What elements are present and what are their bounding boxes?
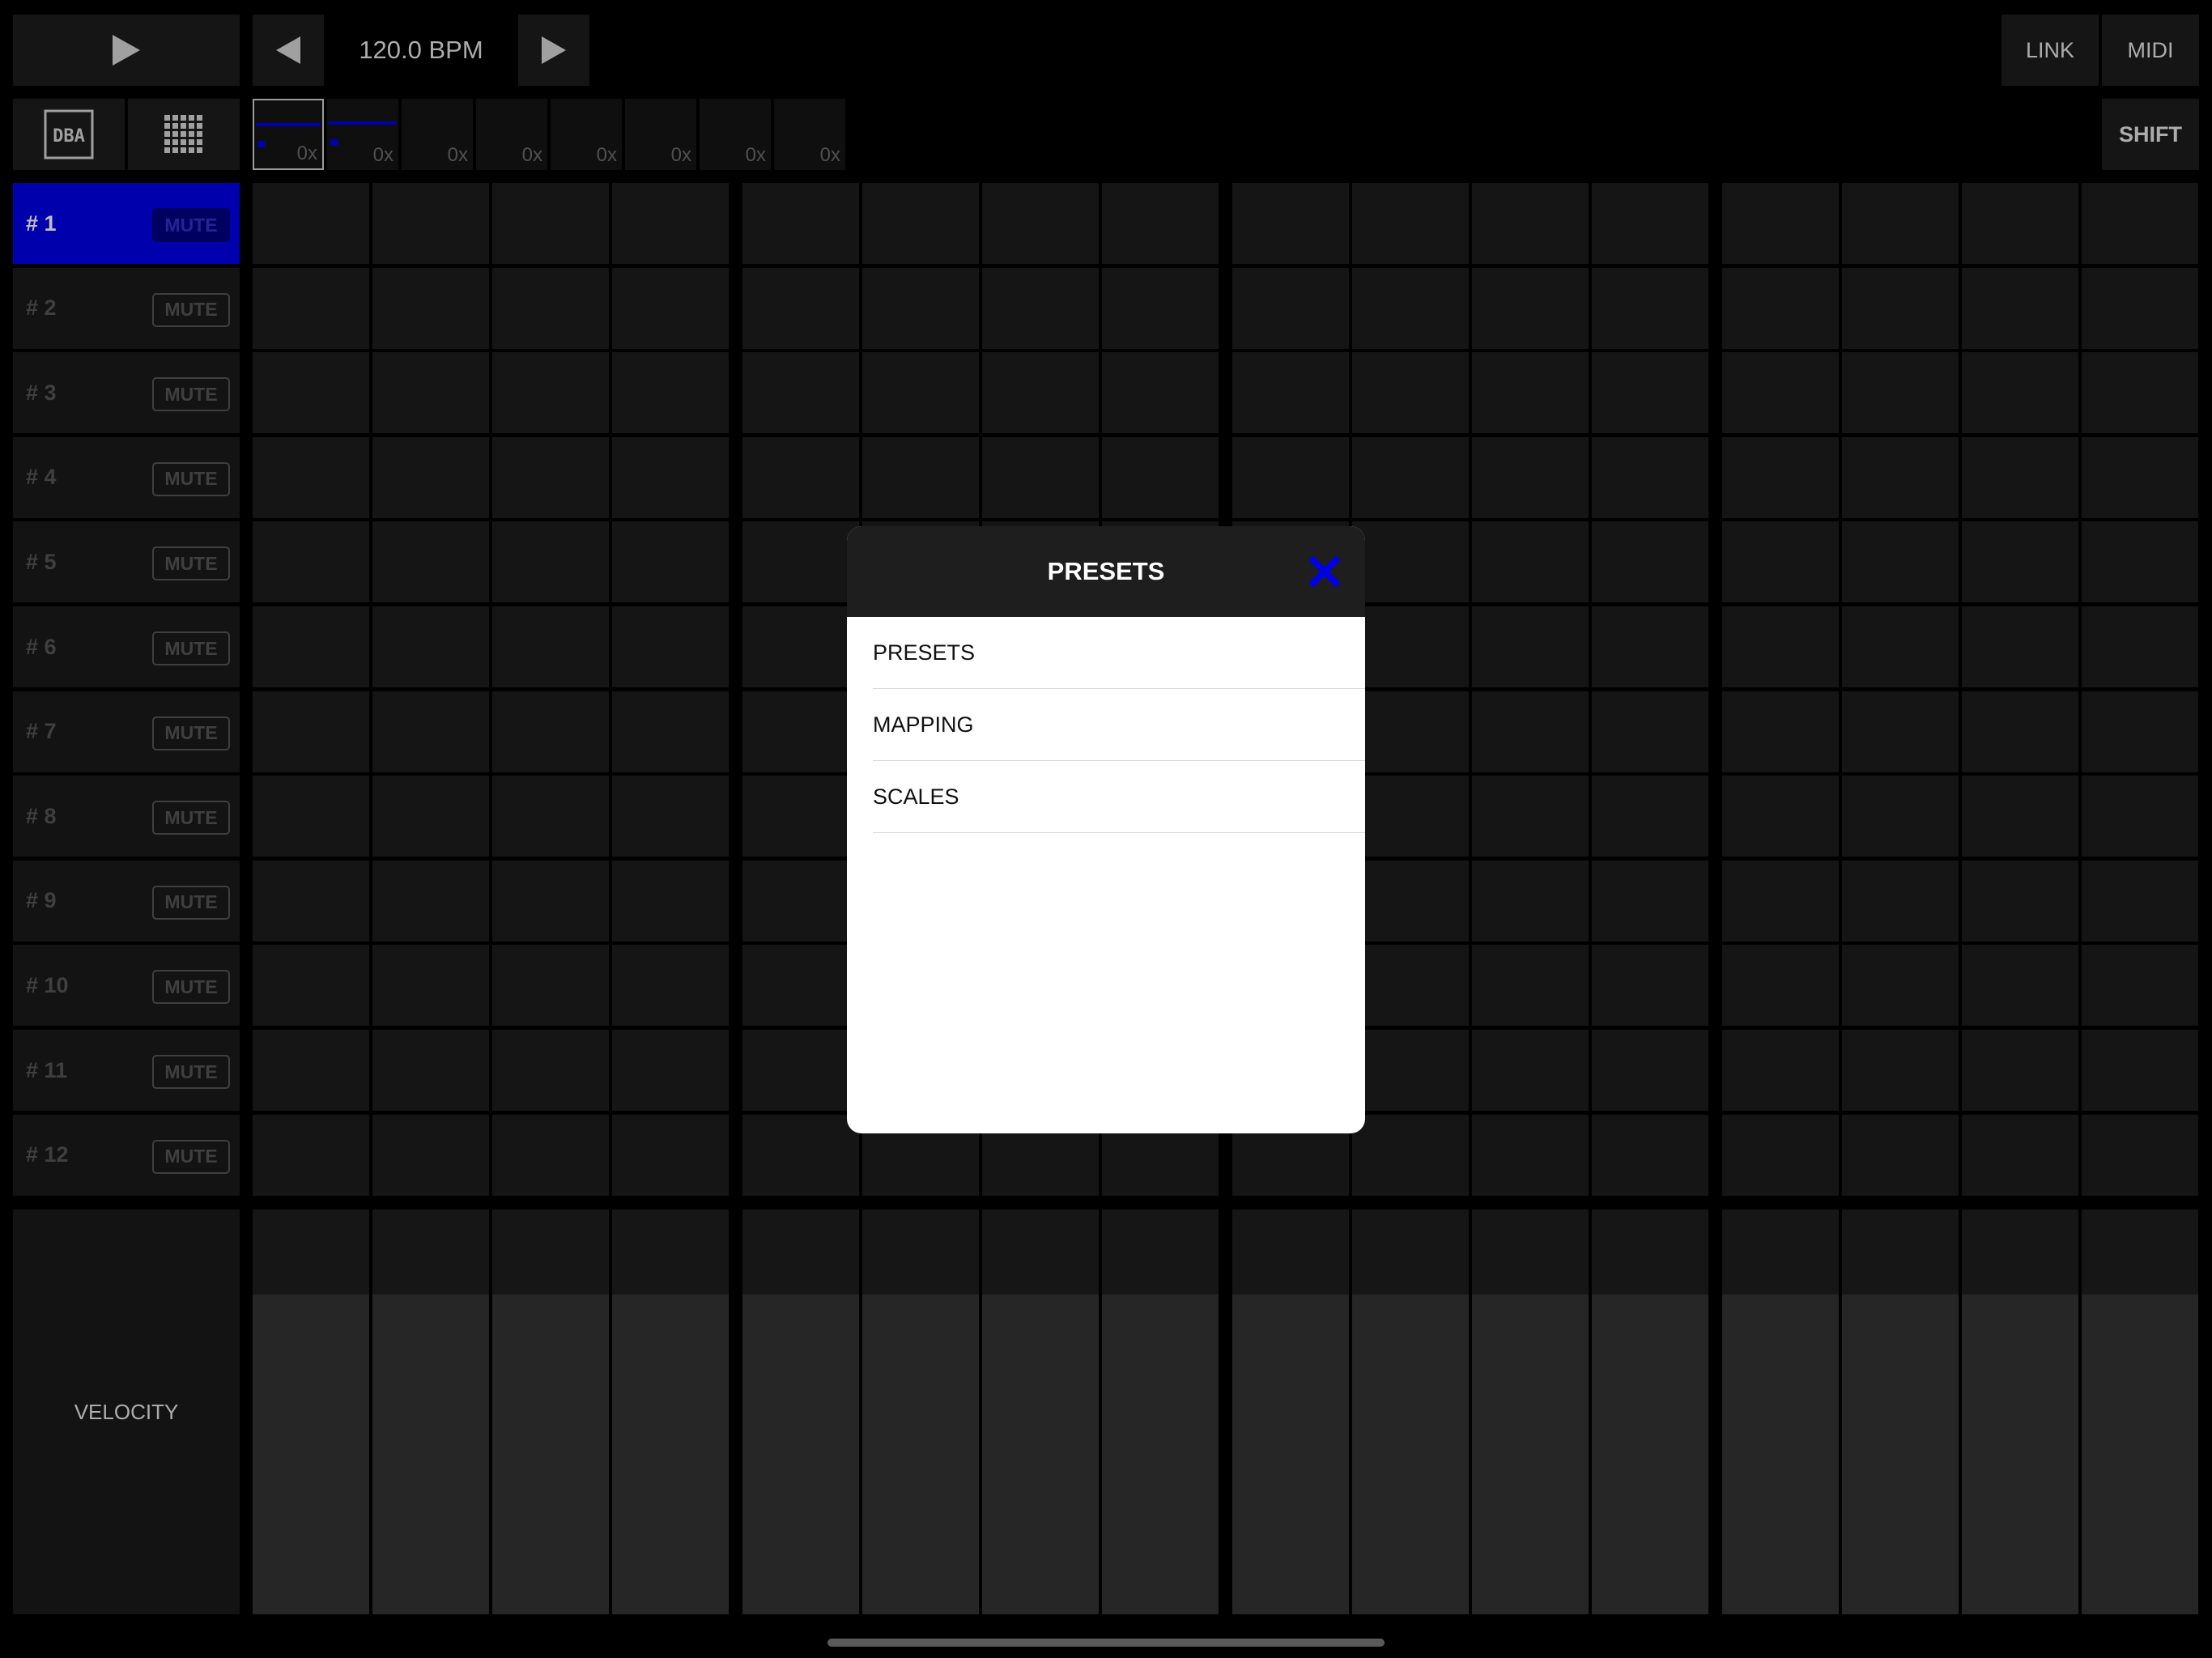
menu-item-presets[interactable]: PRESETS (873, 617, 1365, 689)
menu-item-mapping[interactable]: MAPPING (873, 689, 1365, 761)
menu-item-scales[interactable]: SCALES (873, 761, 1365, 833)
close-icon[interactable] (1307, 554, 1342, 589)
modal-title: PRESETS (1047, 557, 1165, 585)
home-indicator[interactable] (827, 1639, 1385, 1647)
modal-header: PRESETS (847, 526, 1365, 617)
presets-modal: PRESETS PRESETS MAPPING SCALES (847, 526, 1365, 1133)
